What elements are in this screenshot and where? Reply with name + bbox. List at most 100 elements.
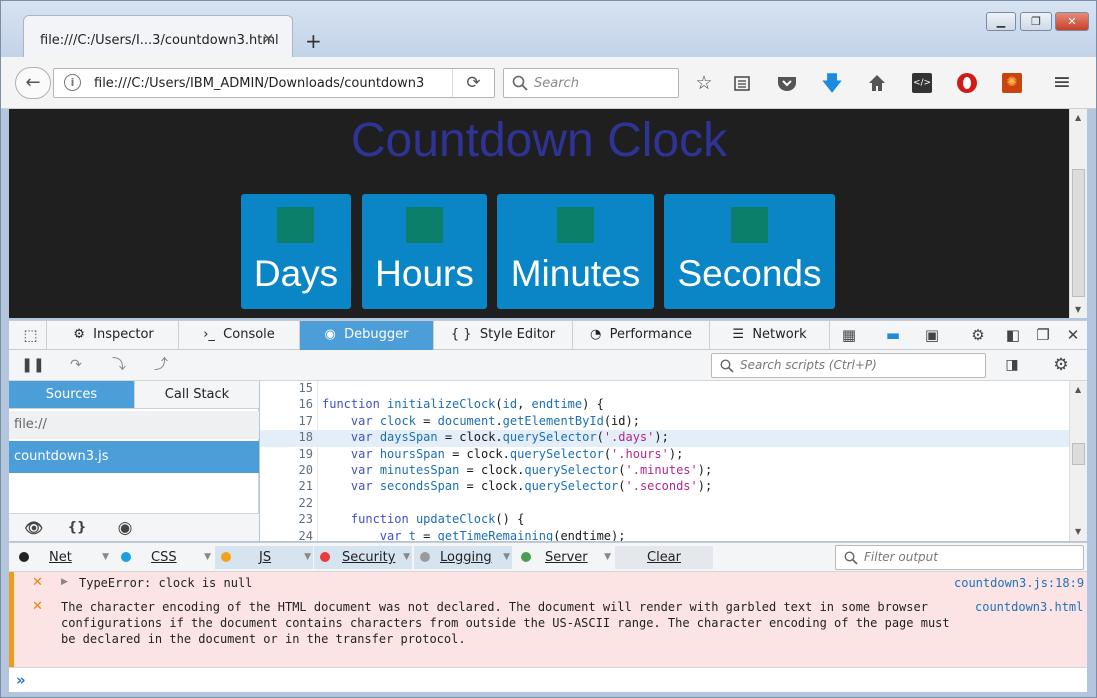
- message-source-link[interactable]: countdown3.html: [975, 600, 1083, 614]
- page-viewport: Countdown Clock Days Hours Minutes Secon…: [9, 109, 1069, 318]
- tab-label: Debugger: [344, 327, 409, 342]
- console-message-line[interactable]: be declared in the document or in the tr…: [61, 632, 466, 646]
- filter-net[interactable]: Net ▼: [13, 546, 111, 569]
- scroll-down-icon[interactable]: ▼: [1075, 305, 1081, 314]
- blackbox-icon[interactable]: ◉: [112, 517, 138, 539]
- tab-label: Console: [223, 327, 275, 342]
- line-number: 21: [298, 479, 313, 494]
- code-line[interactable]: 16 function initializeClock(id, endtime) …: [260, 397, 1069, 413]
- reload-icon[interactable]: ⟳: [452, 69, 494, 97]
- home-icon[interactable]: [862, 69, 892, 97]
- filter-security[interactable]: Security ▼: [314, 546, 412, 569]
- reading-list-icon[interactable]: [727, 69, 757, 97]
- step-out-icon[interactable]: ⤴: [149, 354, 173, 376]
- filter-logging[interactable]: Logging ▼: [414, 546, 512, 569]
- pretty-print-icon[interactable]: {}: [64, 517, 90, 539]
- url-text[interactable]: file:///C:/Users/IBM_ADMIN/Downloads/cou…: [94, 76, 424, 91]
- tab-sources[interactable]: Sources: [9, 381, 134, 409]
- pause-icon[interactable]: ❚❚: [21, 354, 45, 376]
- tab-close-icon[interactable]: ×: [262, 29, 275, 47]
- console-message[interactable]: TypeError: clock is null: [79, 576, 252, 590]
- code-line[interactable]: 15: [260, 381, 1069, 397]
- url-bar[interactable]: i file:///C:/Users/IBM_ADMIN/Downloads/c…: [53, 68, 495, 98]
- scroll-up-icon[interactable]: ▲: [1075, 113, 1081, 122]
- step-in-icon[interactable]: ⤵: [107, 354, 131, 376]
- message-source-link[interactable]: countdown3.js:18:9: [954, 576, 1084, 590]
- code-line[interactable]: 19 var hoursSpan = clock.querySelector('…: [260, 447, 1069, 463]
- filter-server[interactable]: Server ▼: [515, 546, 613, 569]
- separate-window-icon[interactable]: ❐: [1029, 321, 1057, 350]
- minimize-button[interactable]: ▁: [986, 12, 1016, 31]
- search-bar[interactable]: Search: [503, 68, 679, 98]
- value-square: [277, 207, 314, 243]
- code-line[interactable]: 21 var secondsSpan = clock.querySelector…: [260, 479, 1069, 495]
- code-line-highlighted[interactable]: 18 var daysSpan = clock.querySelector('.…: [260, 430, 1069, 447]
- filter-js[interactable]: JS ▼: [215, 546, 313, 569]
- tab-debugger[interactable]: ◉ Debugger: [300, 321, 434, 350]
- toggle-panes-icon[interactable]: ◨: [1000, 354, 1024, 376]
- console-message-line[interactable]: configurations if the document contains …: [61, 616, 950, 630]
- source-group[interactable]: file://: [9, 411, 259, 439]
- settings-gear-icon[interactable]: ⚙: [964, 321, 992, 350]
- close-devtools-icon[interactable]: ✕: [1059, 321, 1087, 350]
- code-line[interactable]: 23 function updateClock() {: [260, 512, 1069, 528]
- tab-inspector[interactable]: ⚙ Inspector: [49, 321, 179, 350]
- downloads-icon[interactable]: 🡇: [817, 69, 847, 97]
- browser-tab[interactable]: file:///C:/Users/I...3/countdown3.html ×: [23, 15, 293, 59]
- tab-network[interactable]: ☰ Network: [710, 321, 830, 350]
- responsive-mode-icon[interactable]: ▬: [879, 321, 907, 350]
- step-over-icon[interactable]: ↷: [64, 354, 88, 376]
- maximize-button[interactable]: ❐: [1020, 12, 1052, 31]
- code-line[interactable]: 20 var minutesSpan = clock.querySelector…: [260, 463, 1069, 479]
- page-scrollbar[interactable]: ▲ ▼: [1069, 109, 1087, 318]
- tab-call-stack[interactable]: Call Stack: [134, 381, 259, 409]
- scroll-down-icon[interactable]: ▼: [1075, 527, 1081, 536]
- dev-tools-icon[interactable]: </>: [907, 69, 937, 97]
- line-number: 15: [298, 381, 313, 395]
- filter-css[interactable]: CSS ▼: [115, 546, 213, 569]
- editor-scrollbar[interactable]: ▲ ▼: [1069, 381, 1087, 541]
- source-item[interactable]: countdown3.js: [9, 441, 259, 473]
- scroll-up-icon[interactable]: ▲: [1075, 385, 1081, 394]
- dock-side-icon[interactable]: ◧: [999, 321, 1027, 350]
- scrollbar-thumb[interactable]: [1072, 169, 1085, 297]
- new-tab-button[interactable]: +: [305, 29, 322, 53]
- line-code: function initializeClock(id, endtime) {: [322, 397, 604, 412]
- close-window-button[interactable]: ✕: [1055, 12, 1089, 31]
- line-number: 18: [298, 430, 313, 445]
- console-icon: ›_: [203, 327, 215, 342]
- pick-element-icon[interactable]: ⬚: [15, 321, 47, 350]
- code-line[interactable]: 24 var t = getTimeRemaining(endtime);: [260, 529, 1069, 541]
- back-button[interactable]: ←: [15, 67, 51, 99]
- pocket-icon[interactable]: [772, 69, 802, 97]
- tab-style-editor[interactable]: { } Style Editor: [434, 321, 573, 350]
- server-dot-icon: [521, 552, 531, 562]
- line-code: var clock = document.getElementById(id);: [350, 413, 640, 428]
- screenshot-icon[interactable]: ▣: [918, 321, 946, 350]
- menu-icon[interactable]: ≡: [1047, 69, 1077, 97]
- extension-icon[interactable]: ✺: [997, 69, 1027, 97]
- console-message-line[interactable]: The character encoding of the HTML docum…: [61, 600, 928, 614]
- opera-icon[interactable]: [952, 69, 982, 97]
- title-bar: file:///C:/Users/I...3/countdown3.html ×…: [1, 1, 1096, 59]
- eye-icon[interactable]: 👁: [21, 517, 47, 539]
- tab-performance[interactable]: ◔ Performance: [573, 321, 710, 350]
- chevron-down-icon: ▼: [403, 552, 410, 562]
- info-icon[interactable]: i: [64, 74, 81, 91]
- star-icon[interactable]: ☆: [689, 69, 719, 97]
- clear-console-button[interactable]: Clear: [615, 546, 713, 569]
- search-scripts-input[interactable]: Search scripts (Ctrl+P): [711, 353, 986, 378]
- debugger-settings-icon[interactable]: ⚙: [1049, 354, 1073, 376]
- code-line[interactable]: 17 var clock = document.getElementById(i…: [260, 414, 1069, 430]
- line-number: 16: [298, 397, 313, 412]
- expand-arrow-icon[interactable]: ▶: [61, 577, 68, 587]
- tab-console[interactable]: ›_ Console: [179, 321, 300, 350]
- code-line[interactable]: 22: [260, 496, 1069, 512]
- scrollbar-thumb[interactable]: [1072, 443, 1085, 465]
- frame-select-icon[interactable]: ▦: [835, 321, 863, 350]
- filter-output-input[interactable]: Filter output: [835, 545, 1084, 570]
- style-editor-icon: { }: [450, 327, 472, 342]
- box-label: Hours: [375, 253, 474, 294]
- console-input[interactable]: »: [9, 667, 1087, 692]
- code-editor[interactable]: 15 16 function initializeClock(id, endtim…: [260, 381, 1069, 541]
